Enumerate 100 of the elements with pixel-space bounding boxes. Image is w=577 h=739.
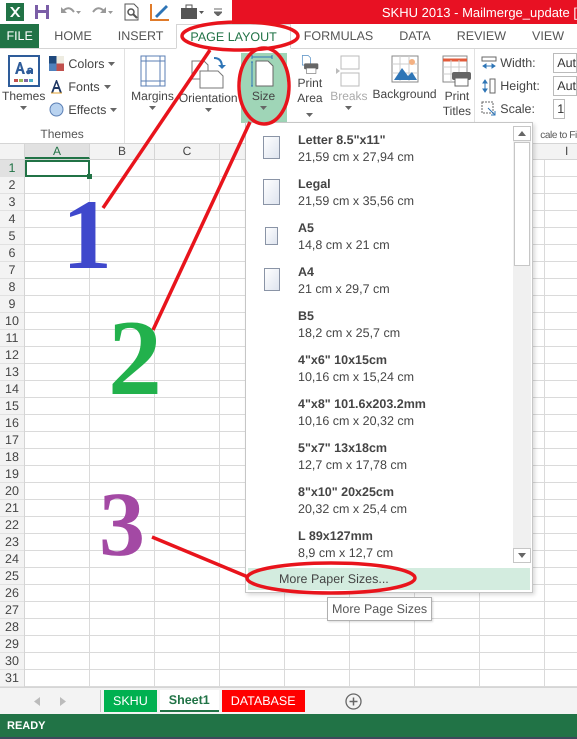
input-field[interactable]: 1 bbox=[553, 99, 566, 119]
ribbon-button[interactable]: Effects bbox=[47, 99, 120, 120]
ribbon-button[interactable]: Print Titles bbox=[440, 53, 474, 123]
row-header[interactable]: 5 bbox=[0, 228, 24, 245]
row-header[interactable]: 6 bbox=[0, 245, 24, 262]
paper-dimensions: 14,8 cm x 21 cm bbox=[298, 238, 390, 252]
file-tab[interactable]: FILE bbox=[0, 24, 40, 48]
sheet-tab[interactable]: Sheet1 bbox=[160, 690, 219, 712]
caret-icon bbox=[204, 108, 212, 112]
ribbon-button[interactable]: Background bbox=[370, 53, 439, 123]
row-header[interactable]: 29 bbox=[0, 636, 24, 653]
row-header[interactable]: 12 bbox=[0, 347, 24, 364]
menu-item[interactable]: A4 21 cm x 29,7 cm bbox=[246, 258, 513, 302]
row-header[interactable]: 25 bbox=[0, 568, 24, 585]
menu-item[interactable]: 4"x6" 10x15cm 10,16 cm x 15,24 cm bbox=[246, 346, 513, 390]
step-number: 1 bbox=[62, 185, 112, 285]
row-header[interactable]: 17 bbox=[0, 432, 24, 449]
themes-button[interactable]: Themes bbox=[0, 53, 48, 123]
ribbon-tab[interactable]: FORMULAS bbox=[290, 24, 386, 48]
row-header[interactable]: 21 bbox=[0, 500, 24, 517]
row-header[interactable]: 26 bbox=[0, 585, 24, 602]
ribbon-tab[interactable]: VIEW bbox=[519, 24, 577, 48]
paper-dimensions: 10,16 cm x 15,24 cm bbox=[298, 370, 414, 384]
menu-item[interactable]: B5 18,2 cm x 25,7 cm bbox=[246, 302, 513, 346]
row-header[interactable]: 8 bbox=[0, 279, 24, 296]
paper-dimensions: 8,9 cm x 12,7 cm bbox=[298, 546, 394, 560]
row-header[interactable]: 3 bbox=[0, 194, 24, 211]
row-header[interactable]: 28 bbox=[0, 619, 24, 636]
row-header[interactable]: 27 bbox=[0, 602, 24, 619]
color-swatch-icon bbox=[49, 56, 64, 71]
row-header[interactable]: 1 bbox=[0, 160, 24, 177]
row-header[interactable]: 30 bbox=[0, 653, 24, 670]
ribbon-tab[interactable]: REVIEW bbox=[444, 24, 520, 48]
menu-item[interactable]: 5"x7" 13x18cm 12,7 cm x 17,78 cm bbox=[246, 434, 513, 478]
background-image-icon bbox=[390, 55, 419, 85]
menu-item[interactable]: L 89x127mm 8,9 cm x 12,7 cm bbox=[246, 522, 513, 566]
ribbon-button[interactable]: Orientation bbox=[176, 53, 240, 123]
row-header[interactable]: 2 bbox=[0, 177, 24, 194]
row-header[interactable]: 15 bbox=[0, 398, 24, 415]
row-header[interactable]: 22 bbox=[0, 517, 24, 534]
breaks-icon bbox=[336, 55, 362, 87]
print-titles-icon bbox=[442, 55, 472, 87]
column-header[interactable]: A bbox=[25, 144, 90, 159]
row-header[interactable]: 19 bbox=[0, 466, 24, 483]
themes-icon bbox=[8, 55, 40, 87]
menu-item[interactable]: Legal 21,59 cm x 35,56 cm bbox=[246, 170, 513, 214]
page-icon bbox=[265, 226, 279, 246]
sheet-tab[interactable]: DATABASE bbox=[222, 690, 305, 712]
caret-icon bbox=[20, 106, 28, 110]
input-field[interactable]: Aut bbox=[553, 53, 577, 73]
caret-icon bbox=[104, 84, 111, 88]
ribbon-tab[interactable]: INSERT bbox=[104, 24, 176, 48]
caret-icon bbox=[260, 106, 268, 110]
window-title: SKHU 2013 - Mailmerge_update [ bbox=[382, 4, 577, 20]
add-sheet-icon[interactable] bbox=[344, 692, 362, 710]
row-header[interactable]: 13 bbox=[0, 364, 24, 381]
menu-item[interactable]: 4"x8" 101.6x203.2mm 10,16 cm x 20,32 cm bbox=[246, 390, 513, 434]
ribbon-button[interactable]: Colors bbox=[47, 53, 120, 74]
group-title: Themes bbox=[39, 127, 85, 143]
field-label: Scale: bbox=[500, 102, 536, 116]
column-header[interactable]: C bbox=[155, 144, 220, 159]
more-paper-sizes-item[interactable]: More Paper Sizes... bbox=[248, 568, 530, 590]
print-preview-icon[interactable] bbox=[124, 3, 140, 21]
ribbon-tab[interactable]: DATA bbox=[386, 24, 444, 48]
briefcase-icon[interactable] bbox=[180, 4, 204, 20]
row-header[interactable]: 16 bbox=[0, 415, 24, 432]
paper-size-name: 5"x7" 13x18cm bbox=[298, 440, 388, 454]
scrollbar-thumb[interactable] bbox=[514, 142, 530, 266]
row-header[interactable]: 9 bbox=[0, 296, 24, 313]
menu-item[interactable]: A5 14,8 cm x 21 cm bbox=[246, 214, 513, 258]
customize-caret-icon[interactable] bbox=[214, 8, 222, 16]
scroll-up-button[interactable] bbox=[513, 126, 531, 141]
ribbon-button[interactable]: Fonts bbox=[47, 76, 120, 97]
input-field[interactable]: Aut bbox=[553, 76, 577, 96]
row-header[interactable]: 11 bbox=[0, 330, 24, 347]
row-header[interactable]: 10 bbox=[0, 313, 24, 330]
column-header[interactable]: I bbox=[543, 144, 577, 159]
menu-item[interactable]: 8"x10" 20x25cm 20,32 cm x 25,4 cm bbox=[246, 478, 513, 522]
field-label: Width: bbox=[500, 56, 537, 70]
ribbon-button[interactable]: Margins bbox=[129, 53, 176, 123]
page-icon bbox=[263, 136, 281, 160]
row-header[interactable]: 20 bbox=[0, 483, 24, 500]
fill-handle[interactable] bbox=[87, 174, 92, 179]
row-header[interactable]: 14 bbox=[0, 381, 24, 398]
menu-item[interactable]: Letter 8.5"x11" 21,59 cm x 27,94 cm bbox=[246, 126, 513, 170]
caret-icon bbox=[110, 108, 118, 112]
active-cell[interactable] bbox=[25, 160, 90, 177]
paper-size-name: A4 bbox=[298, 264, 315, 278]
scroll-down-button[interactable] bbox=[513, 548, 531, 563]
paper-dimensions: 21,59 cm x 35,56 cm bbox=[298, 194, 414, 208]
scale-icon bbox=[481, 101, 498, 117]
row-header[interactable]: 7 bbox=[0, 262, 24, 279]
ribbon-tab[interactable]: HOME bbox=[41, 24, 105, 48]
row-header[interactable]: 4 bbox=[0, 211, 24, 228]
ruler-pen-icon[interactable] bbox=[150, 3, 170, 21]
row-header[interactable]: 23 bbox=[0, 534, 24, 551]
row-header[interactable]: 24 bbox=[0, 551, 24, 568]
caret-icon bbox=[345, 106, 352, 110]
column-header[interactable]: B bbox=[90, 144, 155, 159]
row-header[interactable]: 18 bbox=[0, 449, 24, 466]
